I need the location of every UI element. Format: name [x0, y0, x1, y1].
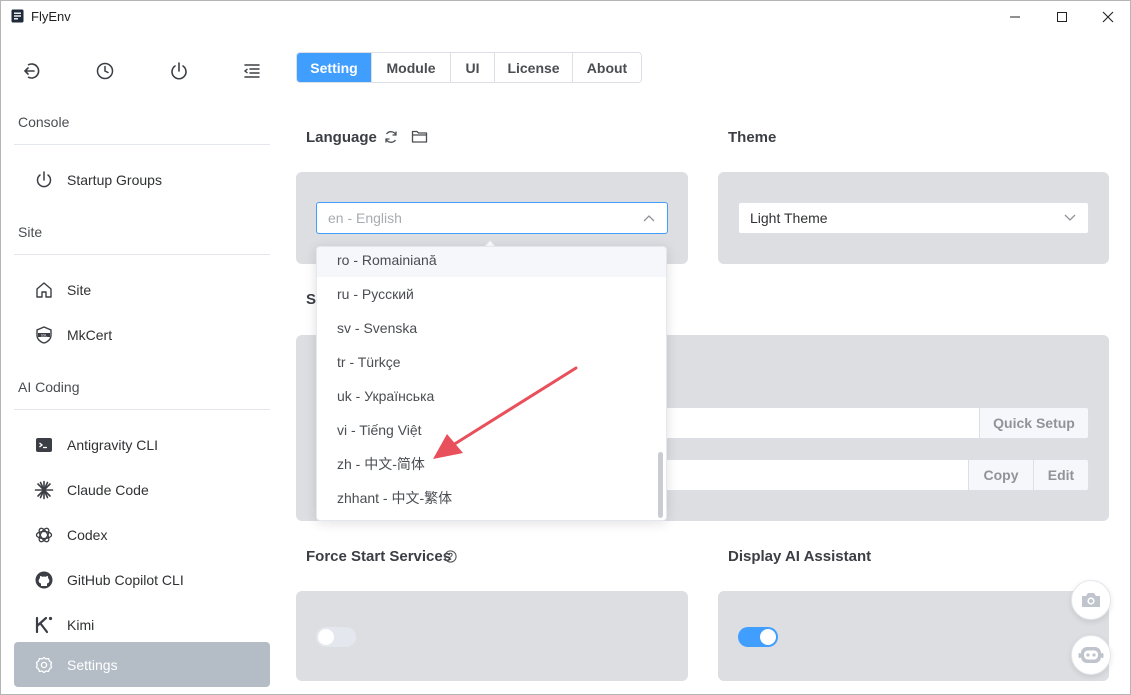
robot-icon	[1078, 647, 1104, 663]
toggle-knob	[760, 629, 776, 645]
title-bar: FlyEnv	[1, 1, 1130, 32]
language-select[interactable]: en - English	[316, 202, 668, 234]
section-console: Console	[18, 114, 70, 130]
sidebar-item-label: Kimi	[67, 617, 95, 633]
toggle-knob	[318, 629, 334, 645]
ai-assistant-float-button[interactable]	[1071, 635, 1111, 675]
minimize-icon	[1010, 16, 1020, 17]
divider	[14, 144, 270, 145]
power-icon[interactable]	[168, 60, 190, 82]
sidebar-item-label: Startup Groups	[67, 172, 162, 188]
claude-burst-icon	[34, 480, 54, 500]
force-start-title: Force Start Services	[306, 548, 452, 565]
screenshot-float-button[interactable]	[1071, 580, 1111, 620]
help-question-icon[interactable]	[444, 550, 457, 563]
camera-icon	[1082, 593, 1100, 607]
github-icon	[35, 571, 53, 589]
sidebar-item-label: Site	[67, 282, 92, 298]
sidebar-item-antigravity-cli[interactable]: Antigravity CLI	[14, 425, 270, 465]
power-icon	[36, 171, 52, 188]
openai-knot-icon	[35, 527, 53, 543]
maximize-button[interactable]	[1039, 1, 1085, 32]
section-ai-coding: AI Coding	[18, 379, 80, 395]
sidebar-item-codex[interactable]: Codex	[14, 515, 270, 555]
divider	[14, 409, 270, 410]
theme-title: Theme	[728, 129, 777, 146]
history-clock-icon[interactable]	[94, 60, 116, 82]
language-option-tr[interactable]: tr - Türkçe	[317, 345, 666, 379]
sidebar-item-startup-groups[interactable]: Startup Groups	[14, 160, 270, 200]
back-icon[interactable]	[21, 60, 43, 82]
sidebar-item-github-copilot-cli[interactable]: GitHub Copilot CLI	[14, 560, 270, 600]
maximize-icon	[1057, 11, 1067, 22]
settings-tabs: Setting Module UI License About	[296, 52, 642, 83]
sidebar-item-label: Settings	[67, 657, 118, 673]
close-icon	[1102, 11, 1114, 22]
sidebar-item-label: GitHub Copilot CLI	[67, 572, 184, 588]
sidebar-item-settings[interactable]: Settings	[14, 642, 270, 687]
language-title: Language	[306, 129, 377, 146]
sidebar-item-label: Claude Code	[67, 482, 149, 498]
ai-assistant-toggle[interactable]	[738, 627, 778, 647]
divider	[14, 254, 270, 255]
gear-icon	[35, 656, 53, 674]
language-option-zhhant[interactable]: zhhant - 中文-繁体	[317, 481, 666, 515]
window-title: FlyEnv	[31, 9, 71, 24]
sidebar-item-claude-code[interactable]: Claude Code	[14, 470, 270, 510]
language-option-ru[interactable]: ru - Русский	[317, 277, 666, 311]
home-icon	[36, 282, 52, 298]
sidebar-item-kimi[interactable]: Kimi	[14, 605, 270, 645]
copy-button[interactable]: Copy	[968, 459, 1034, 491]
force-start-toggle[interactable]	[316, 627, 356, 647]
sidebar: Console Startup Groups Site Site SSL MkC…	[1, 32, 283, 694]
sidebar-item-label: MkCert	[67, 327, 113, 343]
language-option-zh[interactable]: zh - 中文-简体	[317, 447, 666, 481]
collapse-menu-icon[interactable]	[241, 60, 263, 82]
svg-text:SSL: SSL	[41, 333, 48, 337]
ssl-badge-icon: SSL	[36, 326, 52, 344]
sidebar-item-site[interactable]: Site	[14, 270, 270, 310]
close-button[interactable]	[1085, 1, 1131, 32]
dropdown-scrollbar[interactable]	[658, 452, 663, 518]
language-option-sv[interactable]: sv - Svenska	[317, 311, 666, 345]
tab-about[interactable]: About	[572, 53, 641, 82]
sidebar-item-label: Antigravity CLI	[67, 437, 159, 453]
sidebar-item-label: Codex	[67, 527, 108, 543]
tab-module[interactable]: Module	[371, 53, 450, 82]
language-dropdown: ro - Romainiană ru - Русский sv - Svensk…	[316, 246, 667, 521]
theme-select[interactable]: Light Theme	[738, 202, 1089, 234]
theme-select-value: Light Theme	[750, 210, 828, 226]
tab-ui[interactable]: UI	[450, 53, 494, 82]
partially-hidden-title: S	[306, 291, 317, 308]
language-option-uk[interactable]: uk - Українська	[317, 379, 666, 413]
sidebar-item-mkcert[interactable]: SSL MkCert	[14, 315, 270, 355]
app-window: FlyEnv Console Startup Groups Site Site …	[0, 0, 1131, 695]
quick-setup-button[interactable]: Quick Setup	[979, 407, 1089, 439]
language-option-vi[interactable]: vi - Tiếng Việt	[317, 413, 666, 447]
minimize-button[interactable]	[992, 1, 1038, 32]
kimi-k-icon	[35, 616, 53, 634]
section-site: Site	[18, 224, 43, 240]
tab-license[interactable]: License	[494, 53, 572, 82]
flyenv-logo-icon	[11, 9, 24, 23]
tab-setting[interactable]: Setting	[297, 53, 371, 82]
edit-button[interactable]: Edit	[1033, 459, 1089, 491]
language-select-value: en - English	[328, 210, 402, 226]
terminal-icon	[36, 438, 52, 452]
chevron-up-icon	[643, 215, 655, 222]
ai-assistant-title: Display AI Assistant	[728, 548, 872, 565]
refresh-icon[interactable]	[383, 129, 399, 145]
language-option-ro[interactable]: ro - Romainiană	[317, 247, 666, 277]
chevron-down-icon	[1064, 214, 1076, 221]
folder-icon[interactable]	[411, 129, 428, 144]
